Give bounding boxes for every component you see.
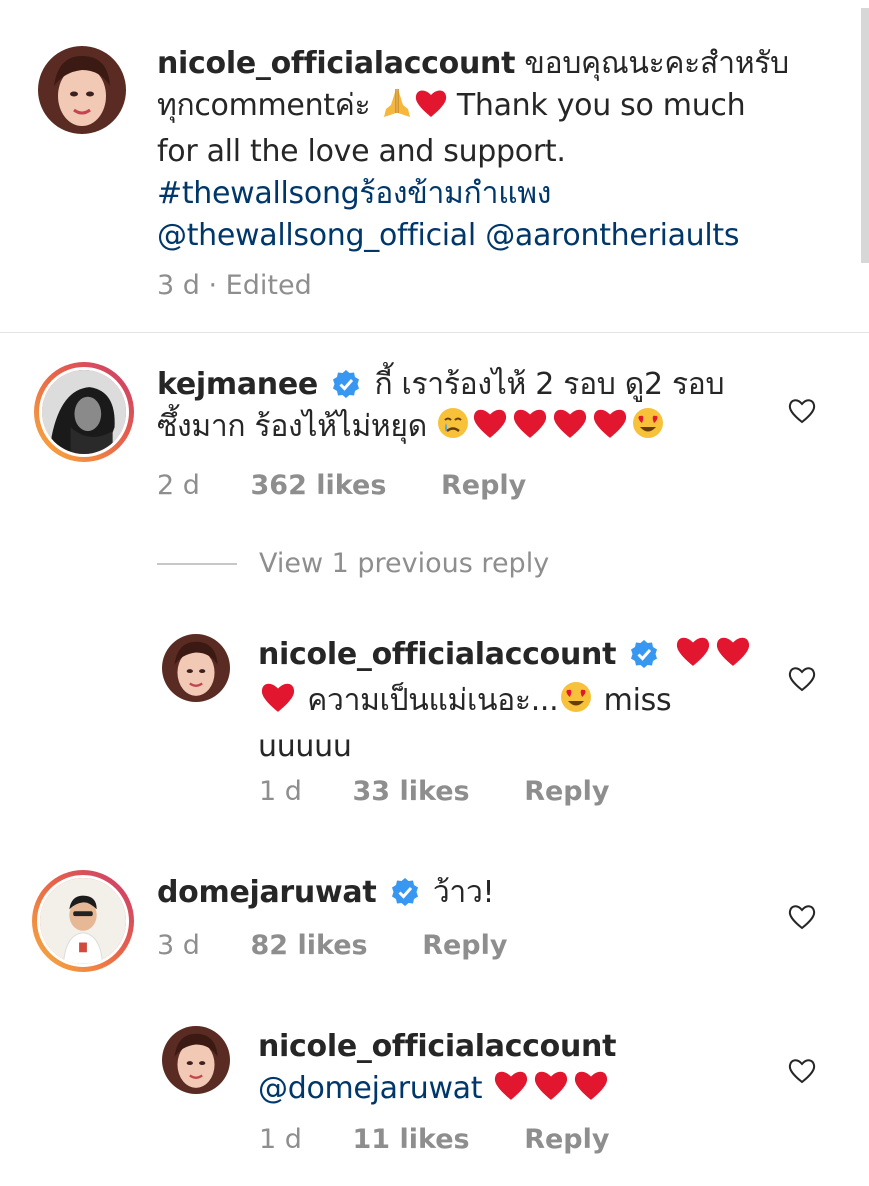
scrollbar[interactable] — [861, 8, 869, 263]
avatar-photo-nicole — [162, 634, 230, 702]
comment-username[interactable]: nicole_officialaccount — [258, 1026, 758, 1068]
comment-meta: 3 d 82 likes Reply — [157, 930, 508, 961]
edited-label: · Edited — [208, 270, 312, 301]
avatar-photo-kejmanee — [42, 370, 126, 454]
comment-meta: 2 d 362 likes Reply — [157, 470, 526, 501]
comment-text: ว้าว! — [432, 875, 495, 910]
comment-age: 1 d — [259, 1124, 302, 1155]
mention-link[interactable]: @domejaruwat — [258, 1071, 483, 1106]
heart-outline-icon[interactable] — [787, 396, 817, 426]
reply-body: nicole_officialaccount ความเป็นแม่เนอะ..… — [258, 634, 758, 768]
red-heart-emoji — [571, 1068, 611, 1114]
comment-text: ความเป็นแม่เนอะ... — [307, 683, 559, 718]
red-heart-emoji — [713, 634, 753, 680]
red-heart-emoji — [673, 634, 713, 680]
comment-username[interactable]: kejmanee — [157, 367, 318, 402]
comment-text: ขอบคุณนะคะสำหรับ — [524, 46, 789, 81]
reply-button[interactable]: Reply — [524, 1124, 609, 1155]
comment-age: 3 d — [157, 930, 200, 961]
comment-age: 2 d — [157, 470, 200, 501]
comment-meta: 1 d 33 likes Reply — [259, 776, 610, 807]
red-heart-emoji — [414, 87, 448, 131]
avatar[interactable] — [34, 362, 134, 462]
reply-button[interactable]: Reply — [524, 776, 609, 807]
comment-body: kejmanee กี้ เราร้องไห้ 2 รอบ ดู2 รอบ ซึ… — [157, 364, 767, 452]
avatar-photo-nicole — [38, 46, 126, 134]
reply-button[interactable]: Reply — [422, 930, 507, 961]
comment-text: กี้ เราร้องไห้ 2 รอบ ดู2 รอบ — [374, 367, 725, 402]
view-previous-replies-label: View 1 previous reply — [259, 548, 550, 579]
heart-outline-icon[interactable] — [787, 1056, 817, 1086]
comment-meta: 1 d 11 likes Reply — [259, 1124, 610, 1155]
verified-badge-icon — [333, 370, 360, 398]
reply-body: nicole_officialaccount @domejaruwat — [258, 1026, 758, 1114]
folded-hands-emoji — [380, 87, 414, 131]
likes-count[interactable]: 362 likes — [251, 470, 387, 501]
comment-text: ทุกcommentค่ะ — [157, 88, 371, 123]
red-heart-emoji — [258, 680, 298, 726]
comment-text: ซึ้งมาก ร้องไห้ไม่หยุด — [157, 409, 427, 444]
comment-age: 3 d — [157, 270, 200, 301]
reply-button[interactable]: Reply — [441, 470, 526, 501]
comment-text: uuuuu — [258, 729, 352, 764]
verified-badge-icon — [391, 878, 418, 906]
comment-text: miss — [603, 683, 672, 718]
red-heart-emoji — [491, 1068, 531, 1114]
divider-line — [157, 562, 237, 565]
view-previous-replies-button[interactable]: View 1 previous reply — [157, 548, 549, 579]
red-heart-emoji — [550, 406, 590, 452]
likes-count[interactable]: 82 likes — [251, 930, 368, 961]
red-heart-emoji — [470, 406, 510, 452]
comment-text: for all the love and support. — [157, 134, 566, 169]
red-heart-emoji — [531, 1068, 571, 1114]
comment-text: Thank you so much — [456, 88, 746, 123]
red-heart-emoji — [510, 406, 550, 452]
mention-link[interactable]: @aarontheriaults — [485, 218, 739, 253]
avatar[interactable] — [162, 1026, 230, 1094]
comment-body: domejaruwat ว้าว! — [157, 872, 757, 914]
comment-username[interactable]: nicole_officialaccount — [157, 46, 515, 81]
comment-username[interactable]: nicole_officialaccount — [258, 637, 616, 672]
heart-eyes-emoji — [630, 406, 666, 452]
red-heart-emoji — [590, 406, 630, 452]
comment-age: 1 d — [259, 776, 302, 807]
heart-eyes-emoji — [558, 680, 594, 726]
heart-outline-icon[interactable] — [787, 902, 817, 932]
heart-outline-icon[interactable] — [787, 664, 817, 694]
crying-face-emoji — [436, 406, 470, 452]
caption-comment: nicole_officialaccount ขอบคุณนะคะสำหรับ … — [157, 43, 797, 257]
comment-username[interactable]: domejaruwat — [157, 875, 377, 910]
avatar[interactable] — [32, 870, 134, 972]
verified-badge-icon — [631, 640, 658, 668]
avatar[interactable] — [162, 634, 230, 702]
divider — [0, 332, 869, 333]
likes-count[interactable]: 11 likes — [353, 1124, 470, 1155]
avatar-photo-domejaruwat — [40, 878, 126, 964]
likes-count[interactable]: 33 likes — [353, 776, 470, 807]
avatar-photo-nicole — [162, 1026, 230, 1094]
caption-meta: 3 d · Edited — [157, 270, 312, 301]
mention-link[interactable]: @thewallsong_official — [157, 218, 476, 253]
avatar[interactable] — [38, 46, 126, 134]
hashtag-link[interactable]: #thewallsongร้องข้ามกำแพง — [157, 173, 797, 215]
